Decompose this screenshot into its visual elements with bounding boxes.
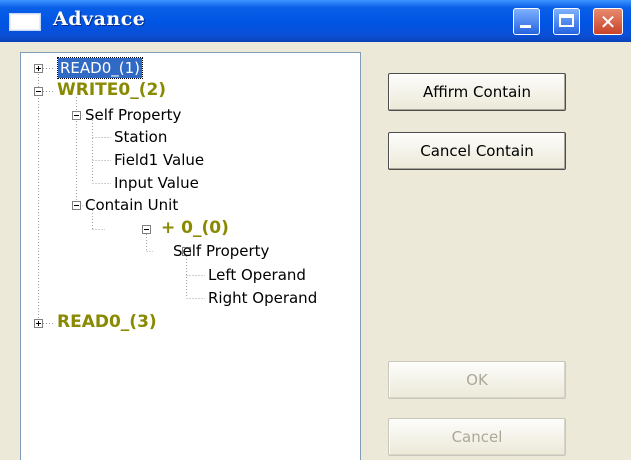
tree-node-write0-2[interactable]: WRITE0_(2) xyxy=(57,80,166,100)
tree-node-contain-unit[interactable]: Contain Unit xyxy=(85,195,178,215)
ok-button[interactable]: OK xyxy=(388,361,566,399)
tree-node-field1-value[interactable]: Field1 Value xyxy=(114,150,204,170)
window-title: Advance xyxy=(53,8,146,30)
title-bar[interactable]: Advance ✕ xyxy=(0,0,631,42)
advance-dialog: Advance ✕ READ0_(1) WRITE0_(2) Self Prop… xyxy=(0,0,631,460)
tree-view[interactable]: READ0_(1) WRITE0_(2) Self Property Stati… xyxy=(20,52,361,460)
cancel-contain-button[interactable]: Cancel Contain xyxy=(388,132,566,170)
collapse-icon[interactable] xyxy=(72,111,81,120)
tree-node-left-operand[interactable]: Left Operand xyxy=(208,265,306,285)
affirm-contain-button[interactable]: Affirm Contain xyxy=(388,73,566,111)
collapse-icon[interactable] xyxy=(72,201,81,210)
tree-node-self-property-2[interactable]: Self Property xyxy=(173,241,269,261)
minimize-button[interactable] xyxy=(513,8,540,35)
expand-icon[interactable] xyxy=(34,64,43,73)
collapse-icon[interactable] xyxy=(142,225,151,234)
tree-node-station[interactable]: Station xyxy=(114,127,167,147)
tree-node-plus-0-0[interactable]: + 0_(0) xyxy=(161,218,229,238)
tree-node-read0-3[interactable]: READ0_(3) xyxy=(57,312,157,332)
tree-node-self-property[interactable]: Self Property xyxy=(85,105,181,125)
tree-node-read0-1[interactable]: READ0_(1) xyxy=(56,57,144,79)
tree-node-right-operand[interactable]: Right Operand xyxy=(208,288,317,308)
window-icon xyxy=(9,13,41,31)
tree-node-input-value[interactable]: Input Value xyxy=(114,173,199,193)
minimize-icon xyxy=(520,25,531,28)
maximize-button[interactable] xyxy=(553,8,580,35)
collapse-icon[interactable] xyxy=(34,87,43,96)
cancel-button[interactable]: Cancel xyxy=(388,418,566,456)
close-icon: ✕ xyxy=(599,10,617,34)
close-button[interactable]: ✕ xyxy=(593,8,623,35)
expand-icon[interactable] xyxy=(34,319,43,328)
maximize-icon xyxy=(559,14,574,27)
